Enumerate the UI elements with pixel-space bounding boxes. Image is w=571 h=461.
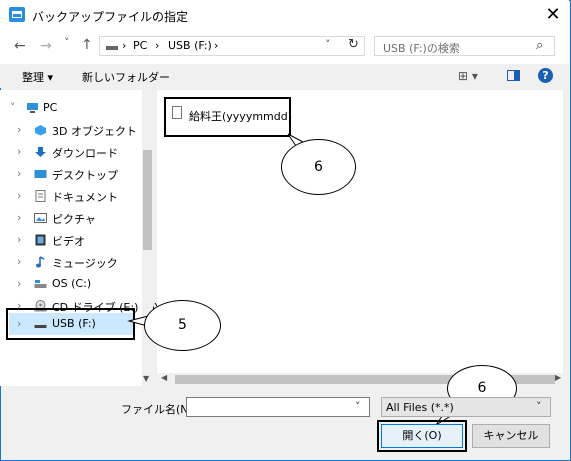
tree-item-label: 3D オブジェクト [52, 125, 137, 138]
new-folder-button[interactable]: 新しいフォルダー [82, 69, 170, 85]
tree-item-music[interactable]: › ミュージック [0, 251, 140, 273]
app-icon [9, 7, 25, 22]
view-options-icon[interactable]: ⊞ ▾ [458, 69, 478, 83]
file-name[interactable]: 給料王(yyyymmdd) [189, 108, 292, 124]
chevron-right-icon[interactable]: › [17, 277, 21, 290]
file-icon [172, 106, 182, 119]
file-type-value: All Files (*.*) [386, 401, 454, 414]
breadcrumb-pc[interactable]: PC [133, 39, 147, 52]
filename-field[interactable]: ˅ [186, 397, 370, 417]
music-icon [36, 256, 45, 268]
forward-button[interactable]: → [40, 38, 52, 54]
desktop-icon [34, 170, 47, 178]
chevron-right-icon[interactable]: › [17, 167, 21, 180]
chevron-down-icon[interactable]: ˅ [10, 101, 16, 114]
tree-item-label: ドキュメント [52, 191, 118, 204]
address-separator: › [155, 39, 160, 52]
recent-locations-button[interactable]: ˅ [64, 36, 70, 49]
tree-item-label: デスクトップ [52, 169, 118, 182]
chevron-right-icon[interactable]: › [17, 233, 21, 246]
chevron-down-icon[interactable]: ˅ [355, 400, 361, 413]
chevron-right-icon[interactable]: › [17, 189, 21, 202]
tree-item-label: ミュージック [52, 257, 118, 270]
tree-item-os-c[interactable]: › OS (C:) [0, 273, 140, 295]
video-icon [35, 234, 46, 246]
address-separator: › [122, 39, 127, 52]
tree-item-label: ビデオ [52, 235, 85, 248]
title-bar: バックアップファイルの指定 ✕ [0, 0, 569, 30]
file-type-select[interactable]: All Files (*.*) ˅ [381, 397, 551, 417]
preview-pane-icon[interactable] [507, 70, 520, 81]
document-icon [35, 190, 46, 202]
tree-item-downloads[interactable]: › ダウンロード [0, 141, 140, 163]
tree-item-desktop[interactable]: › デスクトップ [0, 163, 140, 185]
tree-item-label: ピクチャ [52, 213, 96, 226]
download-icon [35, 147, 46, 157]
drive-icon [34, 280, 47, 288]
up-button[interactable]: ↑ [81, 37, 93, 53]
organize-button[interactable]: 整理 ▾ [22, 69, 53, 85]
callout-bubble: 6 [281, 139, 356, 195]
pc-icon [27, 103, 38, 113]
tree-item-pc[interactable]: ˅ PC [0, 97, 140, 119]
tree-item-label: OS (C:) [52, 277, 92, 290]
drive-icon [106, 46, 118, 50]
callout-bubble: 5 [144, 300, 221, 351]
cube-icon [35, 125, 46, 136]
chevron-right-icon[interactable]: › [17, 145, 21, 158]
chevron-down-icon[interactable]: ˅ [325, 38, 331, 51]
open-button[interactable]: 開く(O) [381, 424, 463, 448]
tree-item-label: ダウンロード [52, 147, 118, 160]
tree-scrollbar-thumb[interactable] [143, 150, 152, 250]
cancel-button[interactable]: キャンセル [472, 424, 550, 448]
close-button[interactable]: ✕ [541, 3, 565, 27]
refresh-icon[interactable]: ↻ [348, 37, 359, 52]
chevron-right-icon[interactable]: › [17, 255, 21, 268]
help-icon[interactable]: ? [538, 68, 553, 83]
back-button[interactable]: ← [14, 38, 26, 54]
breadcrumb-usb[interactable]: USB (F:) [168, 39, 212, 52]
chevron-down-icon[interactable]: ˅ [536, 400, 542, 413]
search-icon[interactable]: ⌕ [536, 38, 543, 53]
scroll-left-icon[interactable]: ◀ [161, 373, 167, 382]
address-bar[interactable]: › PC › USB (F:) › ˅ ↻ [99, 36, 365, 56]
usb-highlight-box [6, 308, 135, 340]
picture-icon [34, 213, 47, 223]
scroll-right-icon[interactable]: ▶ [555, 373, 561, 382]
tree-item-videos[interactable]: › ビデオ [0, 229, 140, 251]
search-box[interactable]: USB (F:)の検索 ⌕ [374, 36, 555, 56]
address-separator: › [214, 39, 219, 52]
navigation-tree: ˅ PC › 3D オブジェクト › ダウンロード › デスクトップ › ドキュ… [0, 90, 161, 386]
tree-item-label: PC [43, 101, 58, 114]
window-title: バックアップファイルの指定 [32, 10, 189, 24]
tree-item-3d-objects[interactable]: › 3D オブジェクト [0, 119, 140, 141]
chevron-right-icon[interactable]: › [17, 211, 21, 224]
chevron-right-icon[interactable]: › [17, 123, 21, 136]
tree-item-pictures[interactable]: › ピクチャ [0, 207, 140, 229]
tree-item-documents[interactable]: › ドキュメント [0, 185, 140, 207]
search-input[interactable]: USB (F:)の検索 [383, 40, 460, 56]
scroll-down-icon[interactable]: ▼ [143, 374, 149, 383]
